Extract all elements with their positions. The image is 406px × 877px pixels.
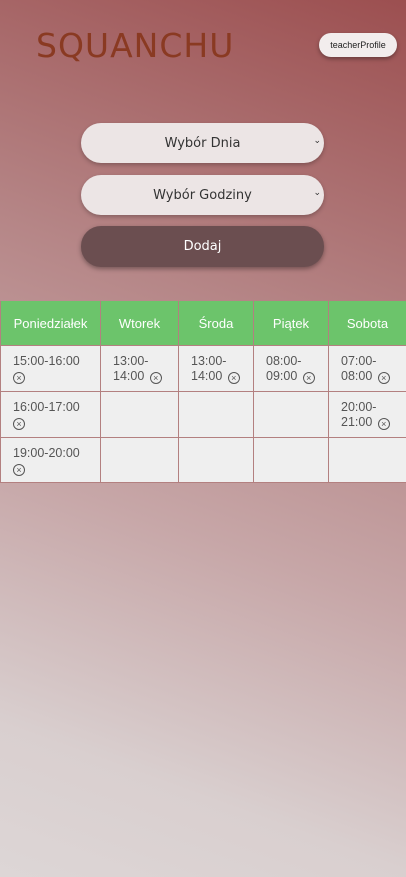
time-slot-text: 13:00-14:00	[191, 354, 227, 383]
time-slot-cell: 15:00-16:00 ×	[0, 345, 101, 392]
add-button[interactable]: Dodaj	[81, 226, 324, 267]
time-slot-text: 16:00-17:00	[13, 400, 80, 414]
empty-cell	[178, 437, 254, 483]
time-slot-cell: 13:00-14:00 ×	[100, 345, 179, 392]
time-slot-cell: 08:00-09:00 ×	[253, 345, 329, 392]
chevron-down-icon: ⌄	[313, 188, 321, 198]
close-circle-icon[interactable]: ×	[377, 372, 390, 384]
close-circle-icon[interactable]: ×	[13, 464, 25, 476]
close-circle-icon[interactable]: ×	[302, 372, 315, 384]
empty-cell	[253, 391, 329, 438]
column-header: Piątek	[253, 301, 329, 346]
schedule-header-row: Poniedziałek Wtorek Środa Piątek Sobota	[0, 301, 406, 346]
close-circle-icon[interactable]: ×	[149, 372, 162, 384]
column-header: Sobota	[328, 301, 406, 346]
close-circle-icon[interactable]: ×	[227, 372, 240, 384]
hour-select[interactable]: Wybór Godziny ⌄	[81, 175, 324, 215]
time-slot-text: 07:00-08:00	[341, 354, 377, 383]
hour-select-value: Wybór Godziny	[153, 187, 252, 203]
time-slot-text: 13:00-14:00	[113, 354, 149, 383]
time-slot-cell: 07:00-08:00 ×	[328, 345, 406, 392]
teacher-profile-button[interactable]: teacherProfile	[319, 33, 397, 57]
empty-cell	[328, 437, 406, 483]
column-header: Wtorek	[100, 301, 179, 346]
time-slot-text: 08:00-09:00	[266, 354, 302, 383]
time-slot-text: 15:00-16:00	[13, 354, 80, 368]
time-slot-cell: 16:00-17:00 ×	[0, 391, 101, 438]
column-header: Poniedziałek	[0, 301, 101, 346]
empty-cell	[100, 437, 179, 483]
close-circle-icon[interactable]: ×	[13, 418, 25, 430]
empty-cell	[100, 391, 179, 438]
chevron-down-icon: ⌄	[313, 136, 321, 146]
close-circle-icon[interactable]: ×	[13, 372, 25, 384]
day-select-value: Wybór Dnia	[164, 135, 241, 151]
table-row: 16:00-17:00 × 20:00-21:00 ×	[0, 391, 406, 438]
time-slot-cell: 20:00-21:00 ×	[328, 391, 406, 438]
time-slot-text: 19:00-20:00	[13, 446, 80, 460]
empty-cell	[253, 437, 329, 483]
time-slot-cell: 13:00-14:00 ×	[178, 345, 254, 392]
time-slot-text: 20:00-21:00	[341, 400, 377, 429]
table-row: 19:00-20:00 ×	[0, 437, 406, 483]
app-logo: SQUANCHU	[36, 26, 235, 65]
table-row: 15:00-16:00 × 13:00-14:00 × 13:00-14:00 ×…	[0, 345, 406, 392]
time-slot-cell: 19:00-20:00 ×	[0, 437, 101, 483]
schedule-table: Poniedziałek Wtorek Środa Piątek Sobota …	[0, 301, 406, 483]
column-header: Środa	[178, 301, 254, 346]
empty-cell	[178, 391, 254, 438]
day-select[interactable]: Wybór Dnia ⌄	[81, 123, 324, 163]
close-circle-icon[interactable]: ×	[377, 418, 390, 430]
